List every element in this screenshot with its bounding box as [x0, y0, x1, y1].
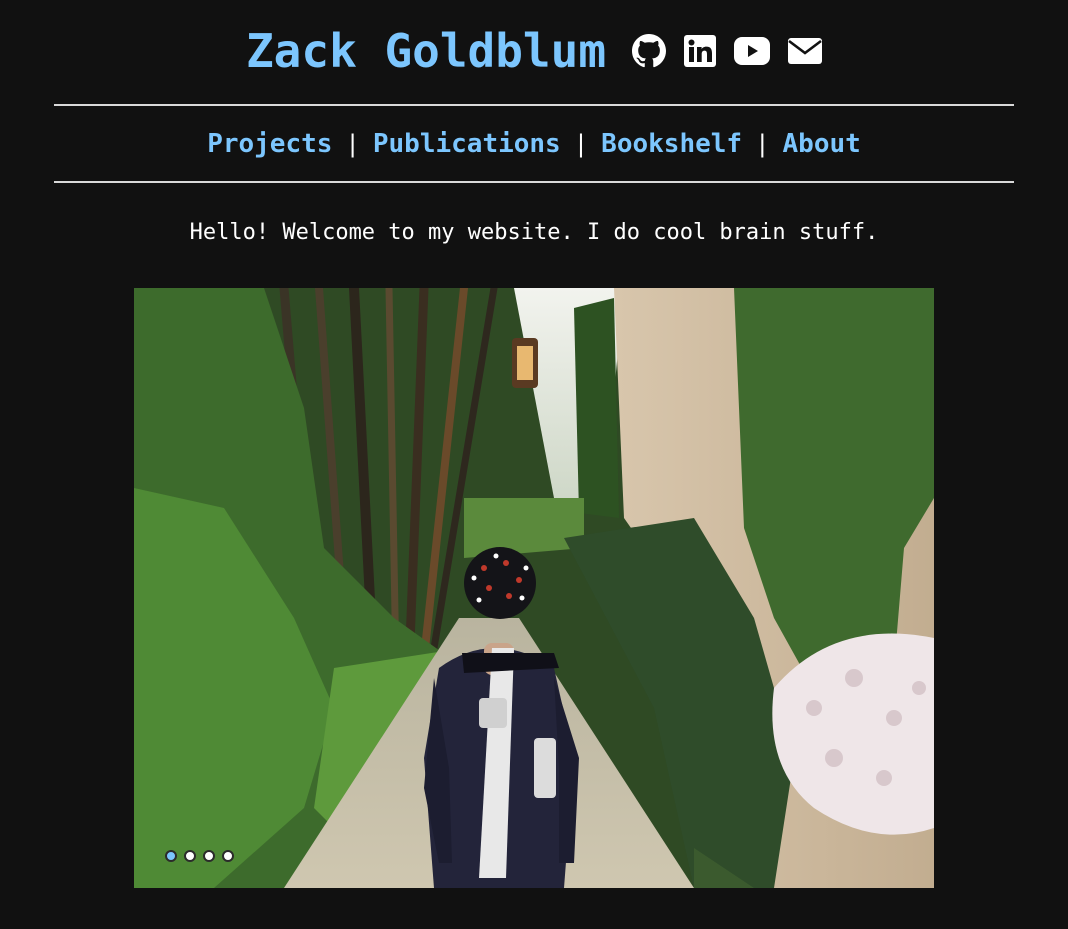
site-header: Zack Goldblum	[0, 18, 1068, 84]
social-links	[632, 34, 823, 68]
header-divider	[54, 104, 1014, 106]
nav-separator: |	[345, 130, 360, 158]
mail-icon	[788, 38, 823, 64]
nav-projects[interactable]: Projects	[207, 129, 332, 159]
youtube-icon	[734, 37, 771, 65]
nav-separator: |	[573, 130, 589, 158]
nav-divider	[54, 181, 1014, 183]
site-title[interactable]: Zack Goldblum	[246, 28, 606, 74]
nav-about[interactable]: About	[783, 129, 861, 159]
slide-photo	[134, 288, 934, 888]
slide-dot-1[interactable]	[165, 850, 177, 862]
linkedin-icon	[684, 35, 717, 67]
linkedin-link[interactable]	[684, 35, 717, 67]
intro-text: Hello! Welcome to my website. I do cool …	[189, 220, 879, 245]
slide-indicators	[165, 850, 234, 862]
slide-dot-4[interactable]	[222, 850, 234, 862]
photo-slideshow[interactable]	[134, 288, 934, 888]
main-nav: Projects | Publications | Bookshelf | Ab…	[0, 124, 1068, 164]
slide-dot-2[interactable]	[184, 850, 196, 862]
youtube-link[interactable]	[734, 37, 771, 65]
nav-publications[interactable]: Publications	[373, 129, 561, 159]
email-link[interactable]	[788, 38, 823, 64]
nav-separator: |	[755, 130, 770, 158]
github-link[interactable]	[632, 34, 667, 68]
github-icon	[632, 34, 667, 68]
nav-bookshelf[interactable]: Bookshelf	[601, 129, 742, 159]
slide-dot-3[interactable]	[203, 850, 215, 862]
